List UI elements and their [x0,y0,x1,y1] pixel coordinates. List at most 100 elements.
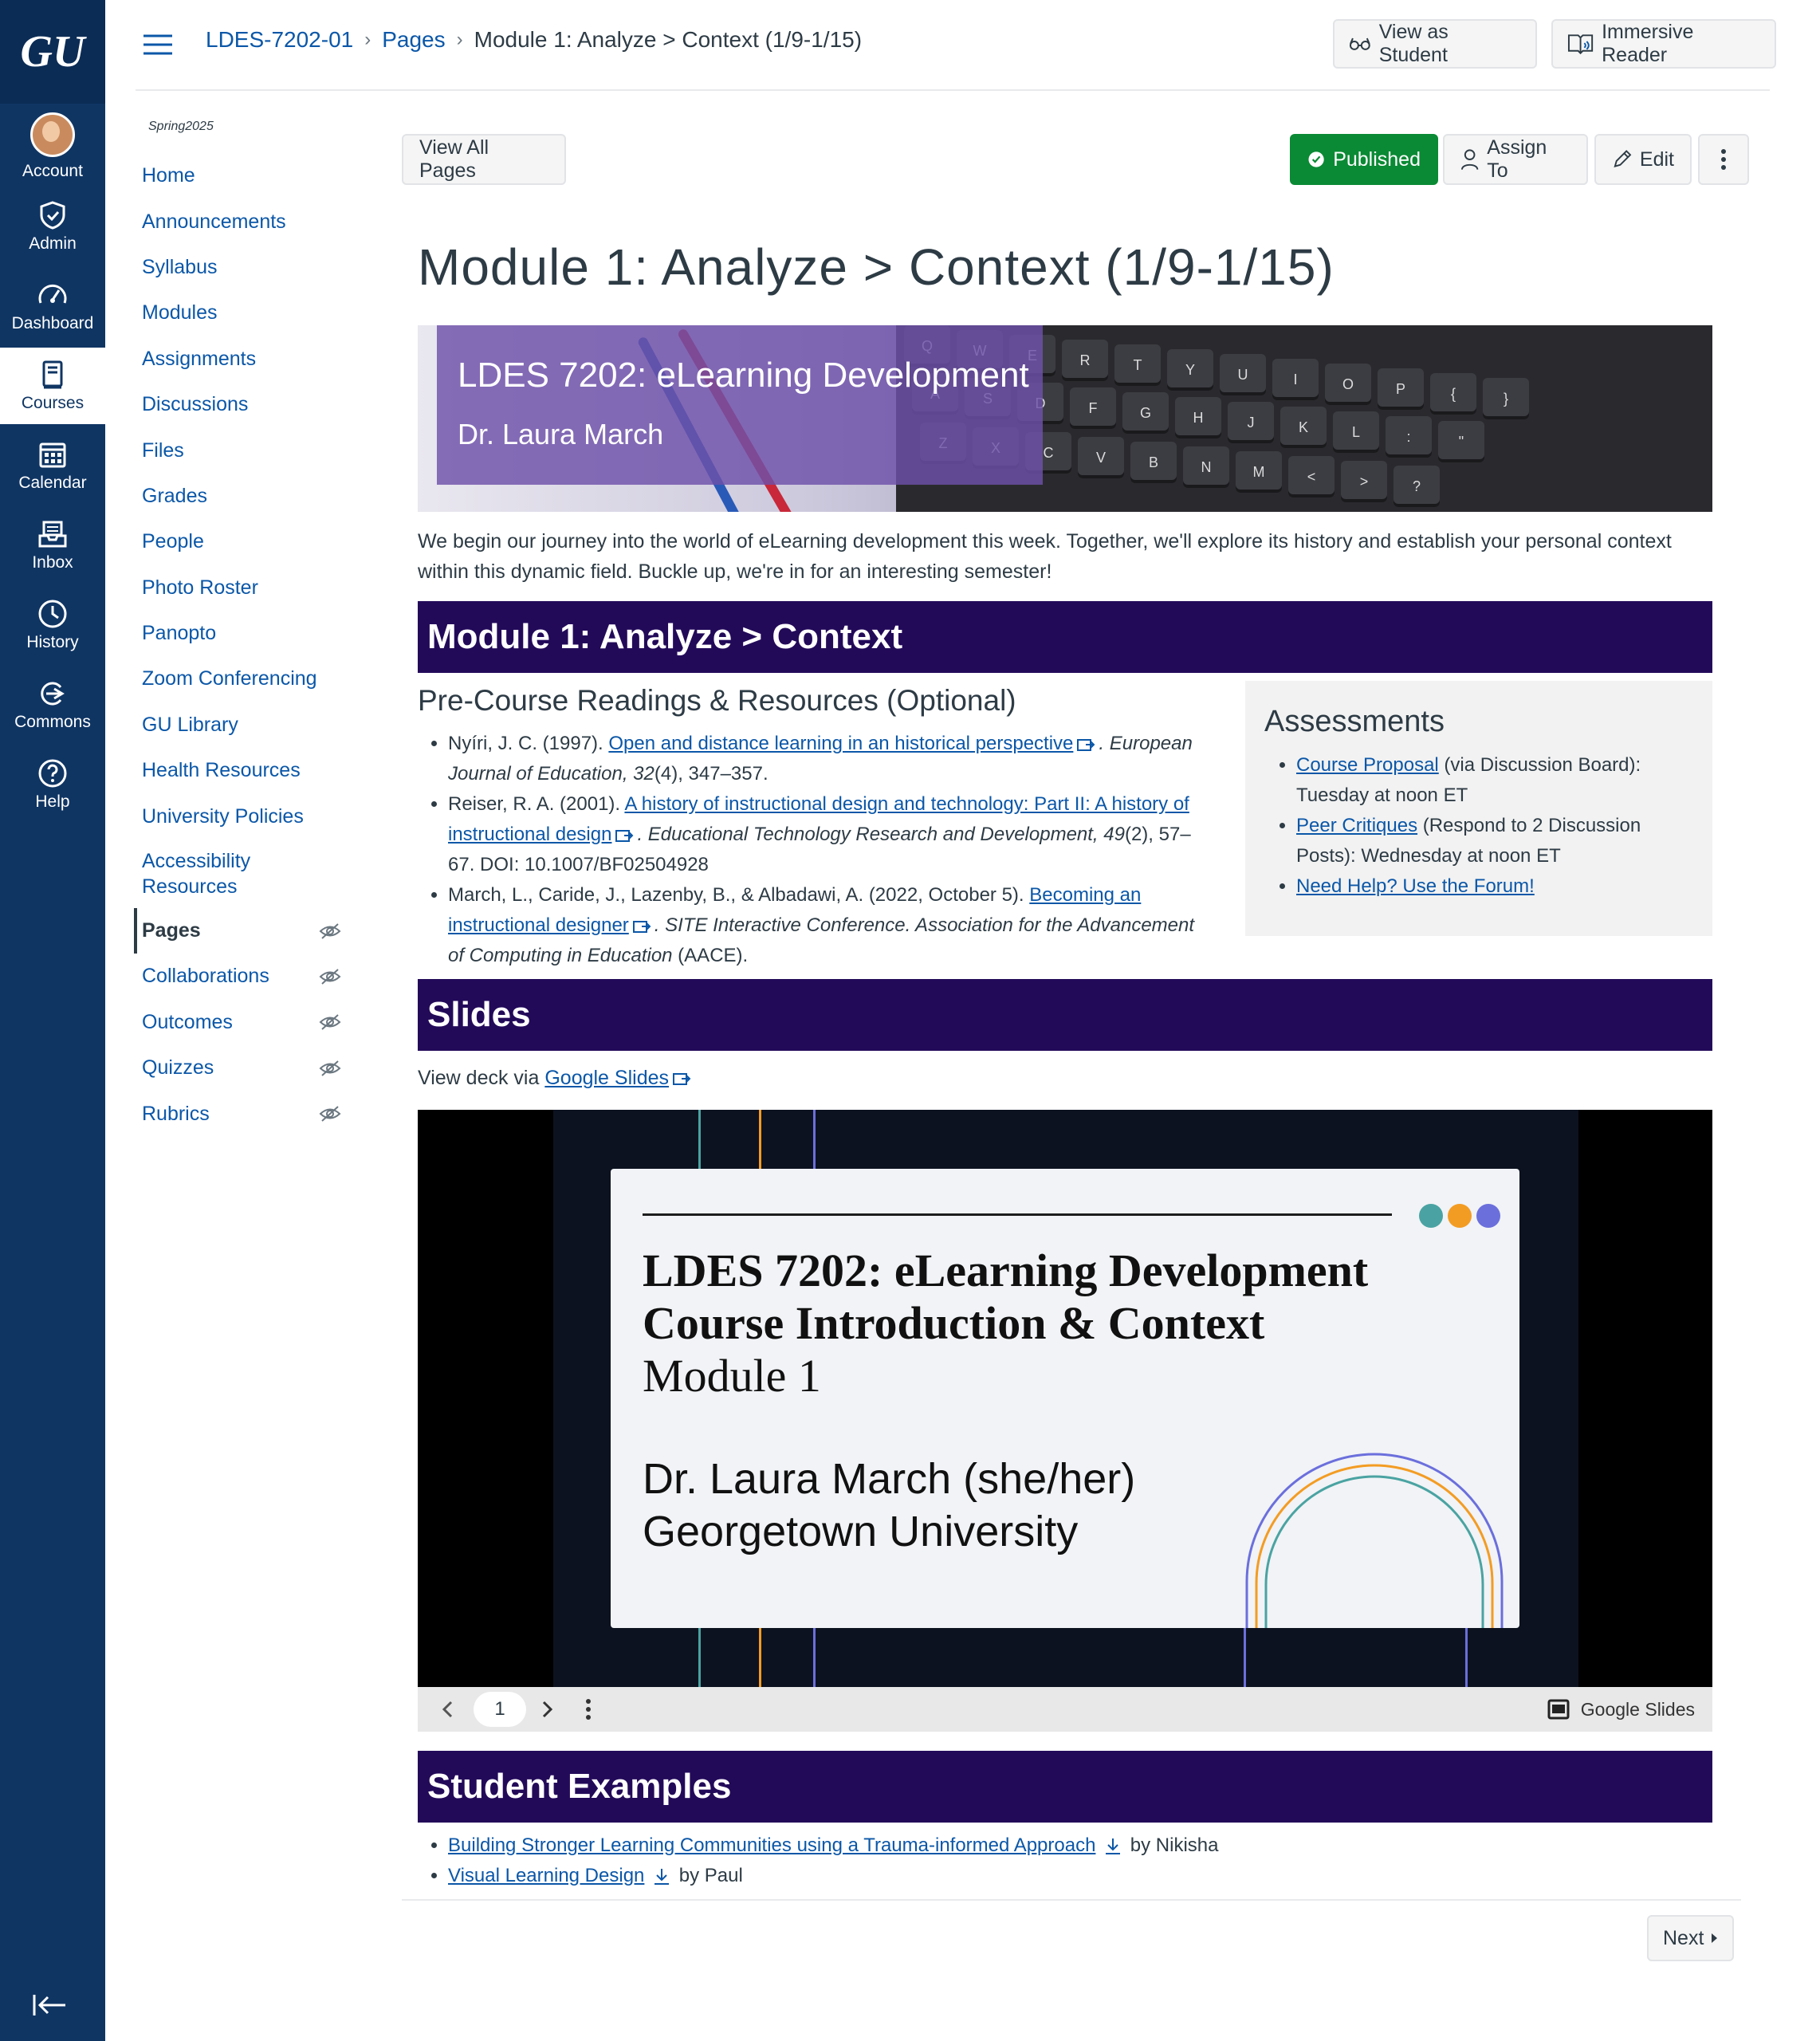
collapse-icon [33,1995,65,2015]
more-options-button[interactable] [1698,134,1749,185]
examples-list: Building Stronger Learning Communities u… [418,1831,1219,1891]
speedometer-icon [38,285,67,304]
published-button[interactable]: Published [1290,134,1438,185]
published-label: Published [1333,147,1421,171]
example-link[interactable]: Visual Learning Design [448,1865,644,1886]
slides-embed[interactable]: LDES 7202: eLearning Development Course … [418,1110,1712,1732]
list-item: Course Proposal (via Discussion Board): … [1296,750,1693,811]
citation-text: . Educational Technology Research and De… [637,824,1104,845]
course-nav-label: Collaborations [142,965,269,988]
assessment-link-course-proposal[interactable]: Course Proposal [1296,754,1439,776]
external-link-icon [615,829,634,842]
global-nav-label: Commons [14,713,91,731]
slide-decor-line [759,1628,761,1687]
course-nav-gu-library[interactable]: GU Library [136,702,351,748]
global-nav-inbox[interactable]: Inbox [0,507,105,584]
assessment-link-peer-critiques[interactable]: Peer Critiques [1296,815,1417,836]
global-nav-commons[interactable]: Commons [0,667,105,743]
reading-link[interactable]: Open and distance learning in an histori… [608,733,1073,754]
citation-text: Nyíri, J. C. (1997). [448,733,609,754]
global-nav-label: Help [35,792,70,811]
page-title: Module 1: Analyze > Context (1/9-1/15) [418,238,1335,296]
download-icon[interactable] [1104,1837,1122,1856]
clock-icon [38,600,67,628]
hidden-eye-icon [319,1106,341,1122]
course-nav-discussions[interactable]: Discussions [136,382,351,427]
immersive-reader-icon [1567,34,1594,55]
next-slide-icon[interactable] [540,1700,555,1719]
course-nav-announcements[interactable]: Announcements [136,199,351,244]
example-link[interactable]: Building Stronger Learning Communities u… [448,1835,1095,1856]
edit-button[interactable]: Edit [1594,134,1692,185]
course-nav-label: Health Resources [142,759,301,782]
course-nav-syllabus[interactable]: Syllabus [136,245,351,290]
gu-logo[interactable]: GU [0,0,105,104]
course-nav-university-policies[interactable]: University Policies [136,793,351,839]
global-nav-courses[interactable]: Courses [0,348,105,424]
previous-slide-icon[interactable] [440,1700,454,1719]
next-label: Next [1663,1926,1704,1949]
course-menu-toggle[interactable] [142,33,174,61]
slide-dot [1419,1204,1443,1228]
course-nav-quizzes[interactable]: Quizzes [136,1045,351,1091]
course-nav-panopto[interactable]: Panopto [136,611,351,656]
global-nav-calendar[interactable]: Calendar [0,427,105,504]
collapse-nav-button[interactable] [32,1993,67,2021]
course-nav-label: Rubrics [142,1102,210,1125]
course-nav-label: Announcements [142,210,286,233]
course-nav-label: Modules [142,301,218,324]
assign-to-button[interactable]: Assign To [1443,134,1588,185]
breadcrumb-course[interactable]: LDES-7202-01 [206,27,353,53]
global-nav-admin[interactable]: Admin [0,188,105,265]
assessment-link-forum[interactable]: Need Help? Use the Forum! [1296,875,1535,897]
user-icon [1460,149,1479,170]
hidden-eye-icon [319,1014,341,1031]
global-nav-history[interactable]: History [0,587,105,663]
download-icon[interactable] [653,1867,670,1886]
course-nav-photo-roster[interactable]: Photo Roster [136,565,351,611]
course-banner: QWERTYUIOP{} ASDFGHJKL:" ZXCVBNM<>? LDES… [418,325,1712,512]
course-nav-health-resources[interactable]: Health Resources [136,748,351,793]
course-nav-outcomes[interactable]: Outcomes [136,1000,351,1045]
list-item: March, L., Caride, J., Lazenby, B., & Al… [448,880,1215,971]
breadcrumb-pages[interactable]: Pages [382,27,445,53]
list-item: Building Stronger Learning Communities u… [448,1831,1219,1861]
course-nav-pages[interactable]: Pages [134,907,351,954]
global-nav-help[interactable]: Help [0,746,105,823]
external-link-icon [673,1073,691,1086]
course-nav-home[interactable]: Home [136,153,351,199]
slide-decor-line [813,1628,816,1687]
next-page-button[interactable]: Next [1647,1915,1735,1961]
course-nav-zoom[interactable]: Zoom Conferencing [136,656,351,702]
google-slides-link[interactable]: Google Slides [544,1067,669,1089]
readings-heading: Pre-Course Readings & Resources (Optiona… [418,684,1016,717]
inbox-icon [38,521,67,548]
intro-paragraph: We begin our journey into the world of e… [418,530,1672,583]
course-nav-label: University Policies [142,804,304,828]
course-nav-accessibility[interactable]: Accessibility Resources [136,840,351,908]
course-nav-assignments[interactable]: Assignments [136,336,351,382]
global-nav-account[interactable]: Account [0,108,105,185]
student-examples: Building Stronger Learning Communities u… [418,1831,1219,1891]
slides-menu-icon[interactable] [585,1698,592,1720]
view-as-student-button[interactable]: View as Student [1333,19,1537,69]
view-all-pages-label: View All Pages [419,136,489,182]
course-nav-people[interactable]: People [136,519,351,564]
google-slides-label: Google Slides [1580,1698,1695,1720]
course-nav-collaborations[interactable]: Collaborations [136,954,351,999]
global-nav-label: Admin [29,234,77,253]
course-nav-files[interactable]: Files [136,427,351,473]
google-slides-brand[interactable]: Google Slides [1547,1687,1695,1732]
check-circle-icon [1308,151,1324,167]
course-nav-label: People [142,530,204,553]
citation-text: (4), 347–357. [654,763,768,785]
course-nav-rubrics[interactable]: Rubrics [136,1091,351,1136]
slide-page-number[interactable]: 1 [474,1692,526,1727]
immersive-reader-button[interactable]: Immersive Reader [1551,19,1776,69]
course-nav-grades[interactable]: Grades [136,474,351,519]
course-nav-modules[interactable]: Modules [136,290,351,336]
list-item: Need Help? Use the Forum! [1296,871,1693,902]
view-all-pages-button[interactable]: View All Pages [402,134,566,185]
global-nav-dashboard[interactable]: Dashboard [0,268,105,344]
banner-title: LDES 7202: eLearning Development [458,356,1029,395]
